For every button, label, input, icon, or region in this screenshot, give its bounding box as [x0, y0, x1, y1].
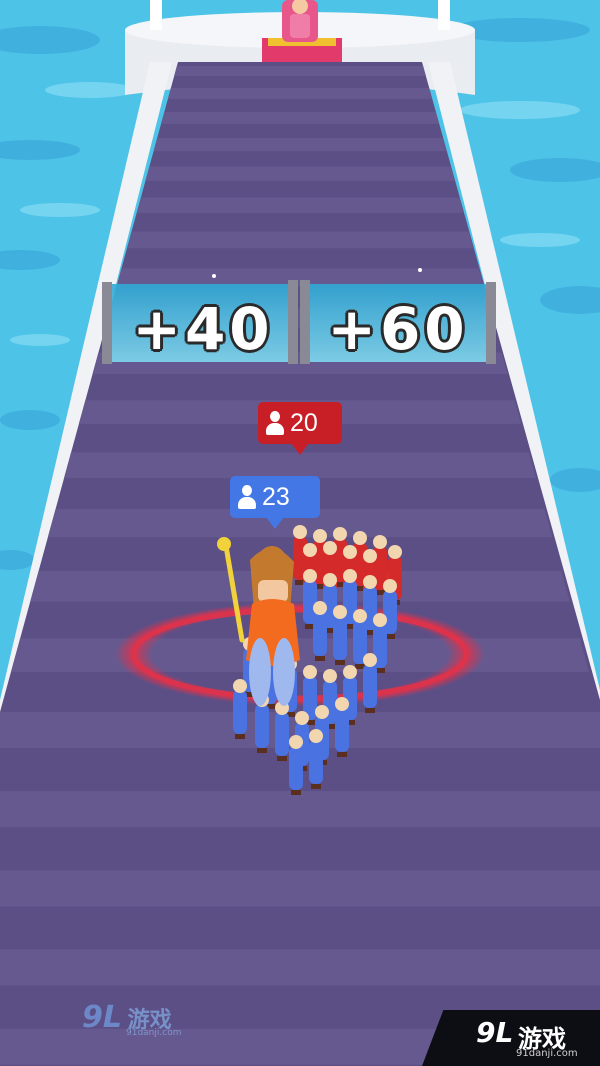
player-figure	[289, 735, 303, 795]
track-stripe	[0, 949, 600, 986]
track-stripe	[126, 231, 474, 249]
watermark-url: 91danji.com	[516, 1048, 578, 1059]
queen-on-throne	[282, 0, 318, 42]
track-stripe	[136, 197, 464, 214]
track-stripe	[64, 452, 536, 479]
player-figure	[233, 679, 247, 739]
gate-label-right: +60	[327, 295, 469, 363]
person-icon	[238, 485, 256, 509]
track-stripe	[174, 66, 426, 76]
watermark-logo: 9L	[476, 1016, 514, 1049]
watermark-right: 9L 游戏 91danji.com	[422, 1010, 600, 1066]
track-stripe	[0, 870, 600, 907]
person-icon	[266, 411, 284, 435]
player-count-badge: 23	[230, 476, 320, 529]
player-count: 23	[262, 482, 290, 511]
player-figure	[335, 697, 349, 757]
track-stripe	[153, 138, 447, 152]
track-stripe	[167, 88, 433, 99]
enemy-count-badge: 20	[258, 402, 342, 455]
watermark-left: 9L 游戏 91danji.com	[82, 1000, 181, 1038]
player-figure	[313, 601, 327, 661]
track-stripe	[0, 791, 600, 828]
game-scene	[0, 0, 600, 1066]
track-stripe	[145, 166, 455, 181]
watermark-logo: 9L	[82, 1000, 122, 1035]
target-ring	[115, 602, 485, 706]
player-figure	[309, 729, 323, 789]
track-stripe	[161, 111, 439, 124]
watermark-url: 91danji.com	[126, 1028, 182, 1038]
enemy-count: 20	[290, 408, 318, 437]
player-figure	[363, 653, 377, 713]
player-figure	[275, 701, 289, 761]
gate-label-left: +40	[132, 295, 274, 363]
player-figure	[333, 605, 347, 665]
